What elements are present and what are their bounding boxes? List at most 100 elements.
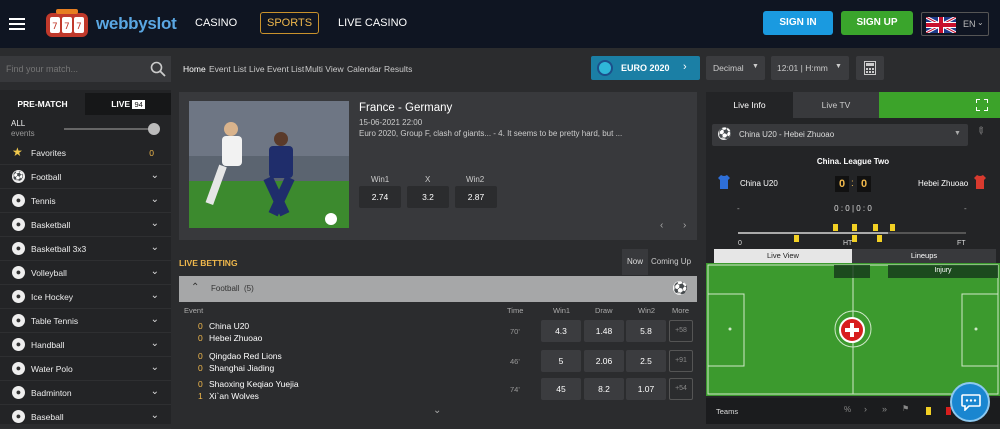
subnav-results[interactable]: Results: [384, 64, 412, 74]
sidebar-item-basketball[interactable]: ● Basketball ⌄: [0, 213, 171, 237]
sidebar-item-basketball-3x3[interactable]: ● Basketball 3x3 ⌄: [0, 237, 171, 261]
table-row[interactable]: 0 China U20 0 Hebei Zhuoao 70' 4.3 1.48 …: [179, 318, 696, 346]
sidebar-item-table-tennis[interactable]: ● Table Tennis ⌄: [0, 309, 171, 333]
sidebar-item-tennis[interactable]: ● Tennis ⌄: [0, 189, 171, 213]
language-label: EN: [963, 19, 976, 29]
language-select[interactable]: EN ⌄: [921, 12, 989, 36]
sidebar-item-ice-hockey[interactable]: ● Ice Hockey ⌄: [0, 285, 171, 309]
expand-button[interactable]: [879, 92, 1000, 118]
subnav-calendar[interactable]: Calendar: [347, 64, 382, 74]
percent-icon: %: [844, 405, 852, 414]
home-score: 0: [198, 321, 203, 331]
menu-icon[interactable]: [9, 15, 25, 33]
euro-2020-banner[interactable]: EURO 2020 ›: [591, 56, 700, 80]
col-event: Event: [184, 306, 204, 315]
nav-sports[interactable]: SPORTS: [260, 12, 320, 34]
sidebar-item-label: Table Tennis: [31, 316, 79, 326]
tab-live-label: LIVE: [111, 99, 131, 109]
col-more: More: [672, 306, 690, 315]
subnav-live-event-list[interactable]: Live Event List: [249, 64, 304, 74]
more-markets-button[interactable]: +91: [669, 350, 693, 372]
subnav-event-list[interactable]: Event List: [209, 64, 246, 74]
odds-win2[interactable]: 5.8: [626, 320, 666, 342]
sidebar-item-label: Badminton: [31, 388, 72, 398]
sidebar-item-water-polo[interactable]: ● Water Polo ⌄: [0, 357, 171, 381]
tab-live-info[interactable]: Live Info: [706, 92, 793, 118]
odds-win1[interactable]: 45: [541, 378, 581, 400]
match-select-value: China U20 - Hebei Zhuoao: [739, 130, 835, 139]
col-time: Time: [507, 306, 524, 315]
nav-live-casino[interactable]: LIVE CASINO: [338, 17, 407, 29]
tab-lineups[interactable]: Lineups: [852, 249, 996, 263]
tab-live-view[interactable]: Live View: [714, 249, 852, 263]
table-row[interactable]: 0 Qingdao Red Lions 0 Shanghai Jiading 4…: [179, 348, 696, 376]
table-row[interactable]: 0 Shaoxing Keqiao Yuejia 1 Xi`an Wolves …: [179, 376, 696, 404]
chevron-down-icon: ⌄: [150, 218, 159, 229]
tab-live[interactable]: LIVE 94: [85, 93, 171, 115]
match-time: 46': [510, 357, 520, 366]
prev-arrow-icon[interactable]: ‹: [660, 220, 663, 231]
away-team: Xi`an Wolves: [209, 391, 259, 401]
odds-format-select[interactable]: Decimal ▼: [706, 56, 765, 80]
nav-casino[interactable]: CASINO: [195, 17, 237, 29]
tab-coming-up[interactable]: Coming Up: [651, 249, 697, 275]
search-box[interactable]: [0, 56, 171, 82]
time-format-select[interactable]: 12:01 | H:mm ▼: [771, 56, 849, 80]
next-arrow-icon[interactable]: ›: [683, 220, 686, 231]
pin-icon[interactable]: ✎: [973, 125, 987, 139]
football-group-header[interactable]: ⌃ Football (5) ⚽: [179, 276, 697, 302]
more-markets-button[interactable]: +58: [669, 320, 693, 342]
brand-name[interactable]: webbyslot: [96, 14, 177, 34]
odds-draw[interactable]: 2.06: [584, 350, 624, 372]
search-input[interactable]: [6, 61, 146, 77]
home-team: Qingdao Red Lions: [209, 351, 282, 361]
odds-win1[interactable]: 5: [541, 350, 581, 372]
tab-prematch[interactable]: PRE-MATCH: [0, 93, 85, 115]
sidebar-item-baseball[interactable]: ● Baseball ⌄: [0, 405, 171, 429]
more-markets-button[interactable]: +54: [669, 378, 693, 400]
card-marker: [873, 224, 878, 231]
odds-draw[interactable]: 8.2: [584, 378, 624, 400]
logo-icon[interactable]: 777: [44, 7, 90, 41]
odds-win2[interactable]: 1.07: [626, 378, 666, 400]
featured-odds-win2[interactable]: 2.87: [455, 186, 497, 208]
match-select[interactable]: ⚽ China U20 - Hebei Zhuoao ▼: [712, 124, 968, 146]
calculator-button[interactable]: [856, 56, 884, 80]
odds-win1[interactable]: 4.3: [541, 320, 581, 342]
svg-text:7: 7: [52, 22, 58, 32]
search-icon[interactable]: [150, 61, 166, 77]
col-win2: Win2: [638, 306, 656, 315]
sign-in-button[interactable]: SIGN IN: [763, 11, 833, 35]
group-name: Football: [211, 284, 240, 293]
match-time: 74': [510, 385, 520, 394]
events-slider-track[interactable]: [64, 128, 156, 130]
tab-now[interactable]: Now: [622, 249, 648, 275]
sign-up-button[interactable]: SIGN UP: [841, 11, 913, 35]
featured-odds-win1[interactable]: 2.74: [359, 186, 401, 208]
sidebar-item-favorites[interactable]: ★ Favorites 0: [0, 141, 171, 165]
sidebar-item-badminton[interactable]: ● Badminton ⌄: [0, 381, 171, 405]
subnav-home[interactable]: Home: [183, 64, 206, 74]
chevron-down-icon: ⌄: [977, 18, 984, 27]
sidebar-item-label: Baseball: [31, 412, 64, 422]
sidebar-item-label: Water Polo: [31, 364, 73, 374]
sidebar-item-handball[interactable]: ● Handball ⌄: [0, 333, 171, 357]
sidebar-item-label: Favorites: [31, 148, 66, 158]
sidebar-item-volleyball[interactable]: ● Volleyball ⌄: [0, 261, 171, 285]
featured-odds-draw[interactable]: 3.2: [407, 186, 449, 208]
card-marker: [794, 235, 799, 242]
show-more-chevron-icon[interactable]: ⌄: [433, 405, 441, 416]
odds-win2[interactable]: 2.5: [626, 350, 666, 372]
filter-events-label: events: [11, 129, 35, 138]
euro-logo-icon: [597, 60, 613, 76]
chat-button[interactable]: [950, 382, 990, 422]
odds-draw[interactable]: 1.48: [584, 320, 624, 342]
favorites-count: 0: [149, 148, 154, 158]
chevron-down-icon: ⌄: [150, 410, 159, 421]
subnav-multi-view[interactable]: Multi View: [305, 64, 344, 74]
events-slider-thumb[interactable]: [148, 123, 160, 135]
tab-live-tv[interactable]: Live TV: [793, 92, 879, 118]
attack-icon: ›: [864, 404, 867, 414]
featured-title[interactable]: France - Germany: [359, 102, 452, 114]
sidebar-item-football[interactable]: ⚽ Football ⌄: [0, 165, 171, 189]
